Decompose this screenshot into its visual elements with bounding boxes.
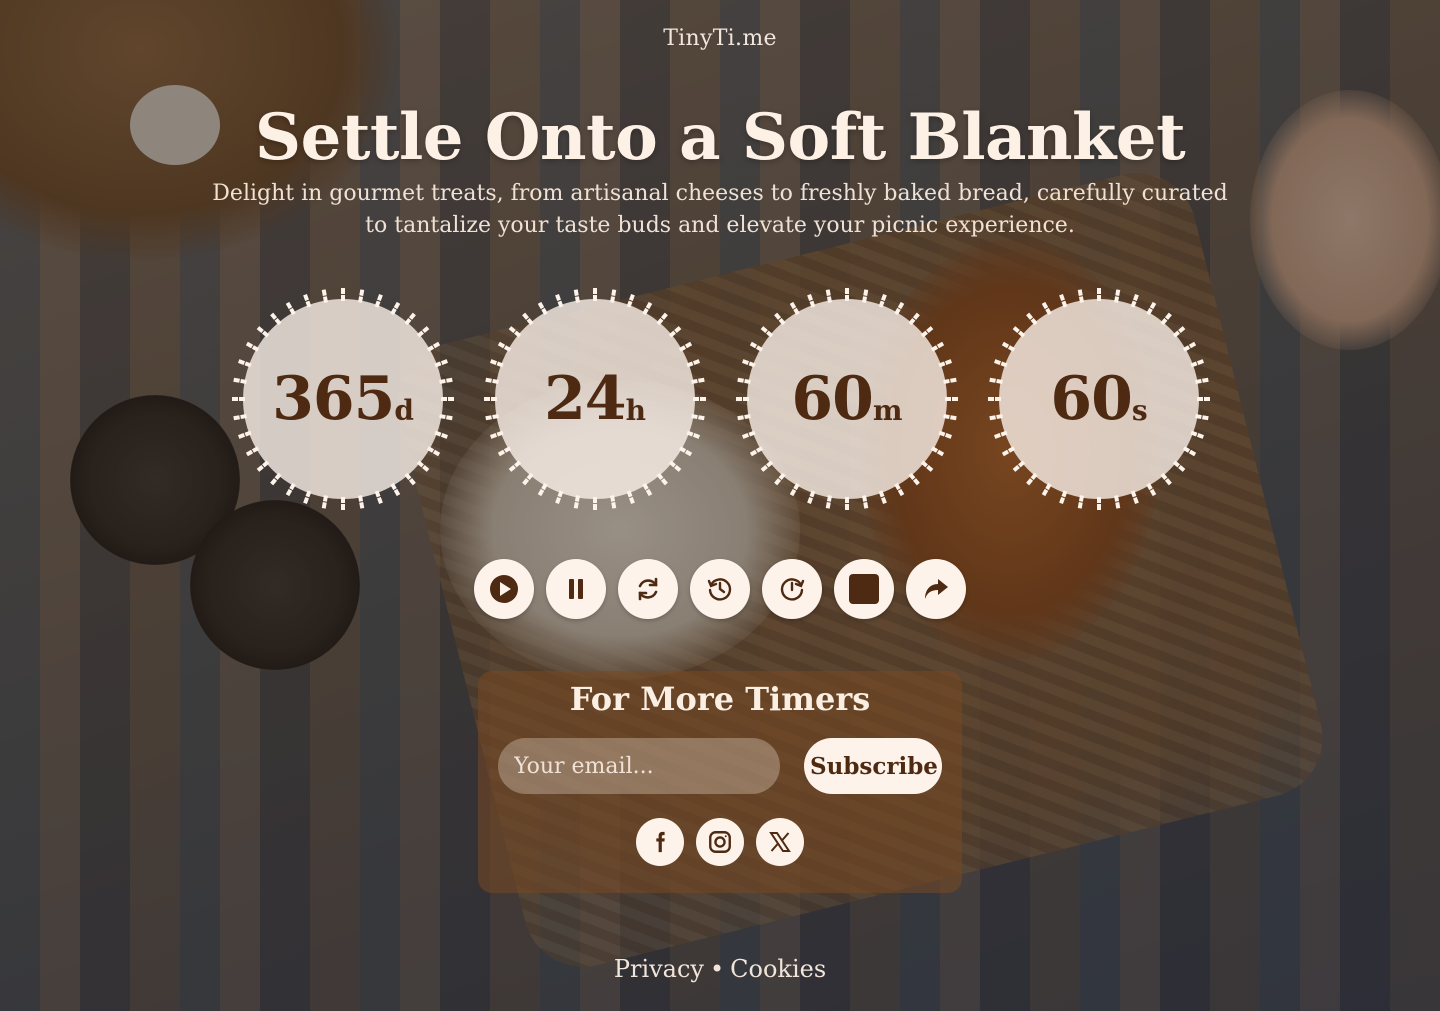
countdown-timers: 365 d 24 h 60 m 60 s [0, 286, 1440, 512]
timer-minutes-unit: m [872, 393, 903, 427]
timer-minutes: 60 m [734, 286, 960, 512]
cookies-link[interactable]: Cookies [730, 955, 826, 983]
privacy-link[interactable]: Privacy [614, 955, 704, 983]
timer-seconds-unit: s [1131, 393, 1148, 427]
timer-days: 365 d [230, 286, 456, 512]
email-field[interactable] [498, 738, 780, 794]
play-icon [490, 575, 518, 603]
brand-logo[interactable]: TinyTi.me [0, 26, 1440, 51]
clock-forward-icon [780, 578, 805, 601]
footer-links: Privacy • Cookies [0, 955, 1440, 983]
page-title: Settle Onto a Soft Blanket [254, 100, 1186, 175]
timer-hours-value: 24 [544, 364, 626, 434]
play-button[interactable] [474, 559, 534, 619]
timer-controls [474, 559, 966, 619]
stop-icon [849, 574, 879, 604]
timer-hours: 24 h [482, 286, 708, 512]
timer-button[interactable] [762, 559, 822, 619]
subscribe-title: For More Timers [569, 680, 871, 718]
pause-icon [569, 579, 583, 599]
refresh-icon [638, 577, 658, 601]
share-icon [925, 579, 948, 599]
timer-seconds: 60 s [986, 286, 1212, 512]
x-icon [769, 832, 791, 852]
pause-button[interactable] [546, 559, 606, 619]
timer-seconds-value: 60 [1050, 364, 1132, 434]
timer-minutes-value: 60 [791, 364, 873, 434]
facebook-button[interactable] [636, 818, 684, 866]
subscribe-button[interactable]: Subscribe [804, 738, 942, 794]
history-icon [707, 578, 732, 601]
facebook-icon [656, 831, 665, 853]
timer-hours-unit: h [625, 393, 646, 427]
timer-days-value: 365 [272, 364, 395, 434]
timer-days-unit: d [394, 393, 414, 427]
history-button[interactable] [690, 559, 750, 619]
x-button[interactable] [756, 818, 804, 866]
reset-button[interactable] [618, 559, 678, 619]
instagram-icon [709, 831, 731, 853]
stop-button[interactable] [834, 559, 894, 619]
footer-separator: • [710, 955, 725, 983]
page-subtitle: Delight in gourmet treats, from artisana… [212, 181, 1228, 238]
share-button[interactable] [906, 559, 966, 619]
instagram-button[interactable] [696, 818, 744, 866]
